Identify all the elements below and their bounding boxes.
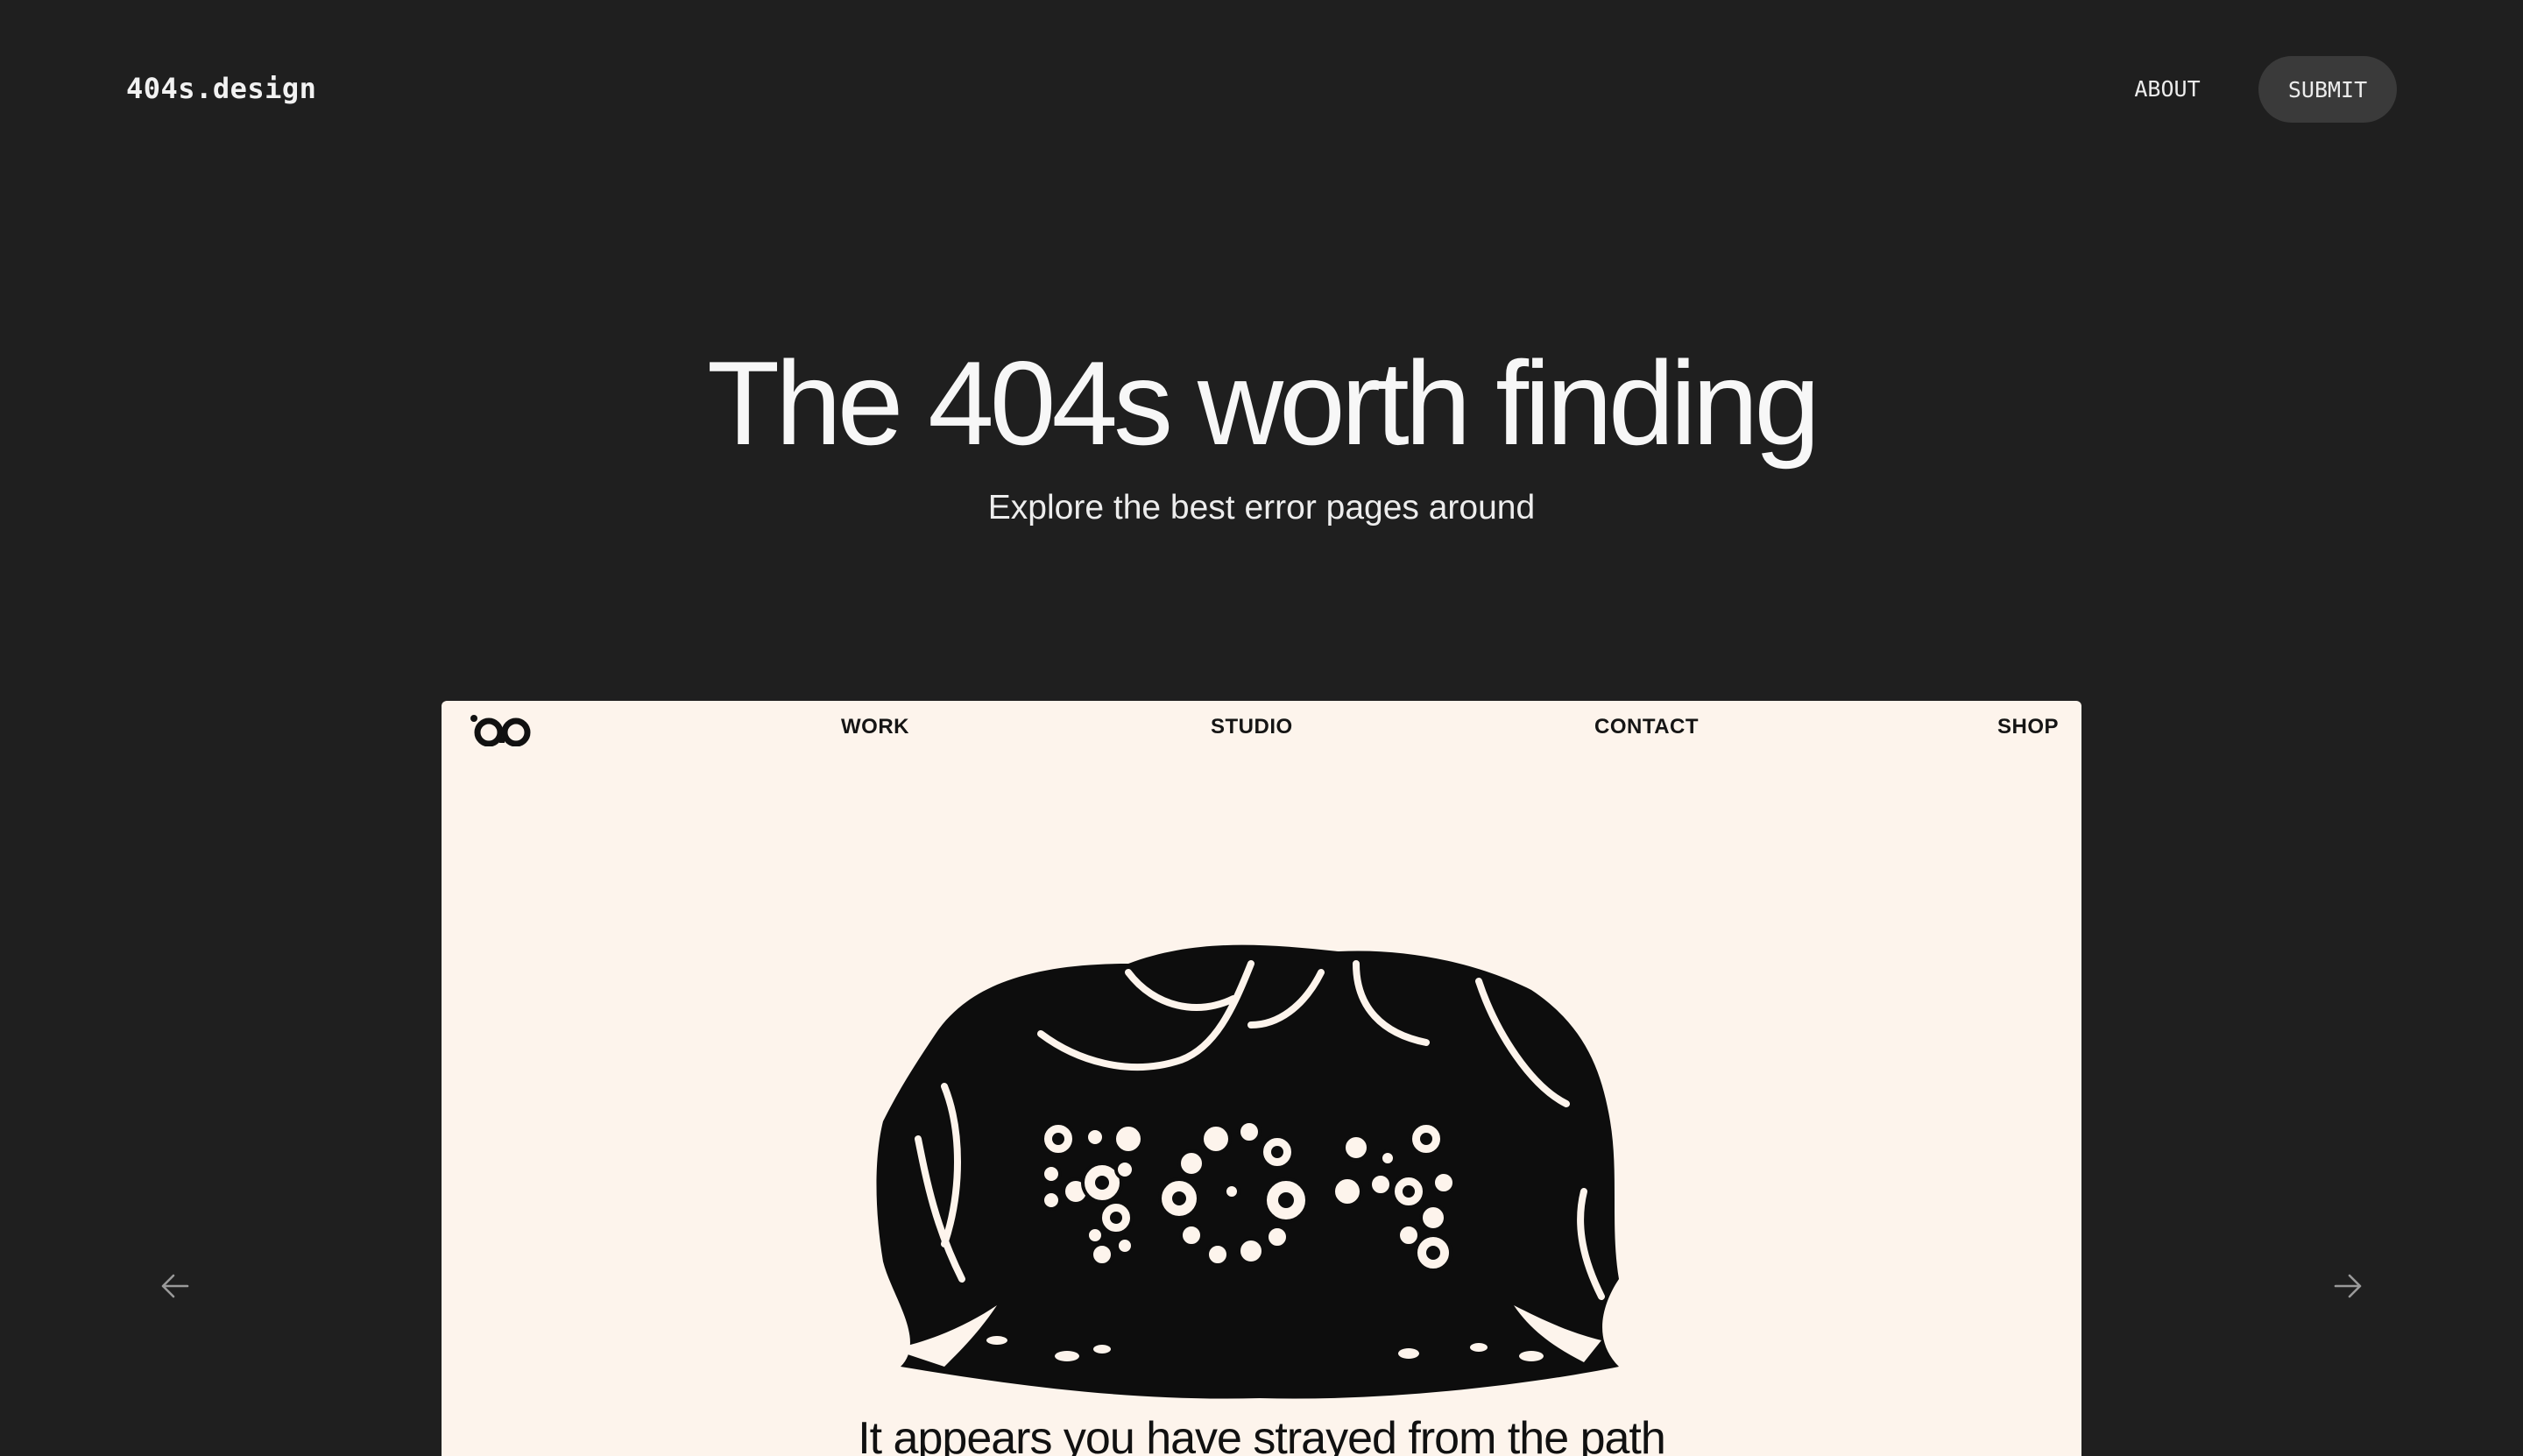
preview-message: It appears you have strayed from the pat… <box>858 1413 1666 1456</box>
arrow-right-icon <box>2334 1274 2362 1298</box>
preview-logo-icon <box>470 715 531 746</box>
carousel-next-button[interactable] <box>2323 1262 2372 1311</box>
site-logo[interactable]: 404s.design <box>126 72 316 105</box>
preview-nav-studio[interactable]: STUDIO <box>1211 715 1293 739</box>
submit-button[interactable]: SUBMIT <box>2258 56 2397 123</box>
error-page-preview[interactable]: WORK STUDIO CONTACT SHOP It appears you … <box>442 701 2081 1456</box>
carousel-prev-button[interactable] <box>151 1262 200 1311</box>
preview-nav-shop[interactable]: SHOP <box>1997 715 2059 739</box>
preview-nav-work[interactable]: WORK <box>841 715 909 739</box>
hero-title: The 404s worth finding <box>707 336 1820 470</box>
arrow-left-icon <box>161 1274 189 1298</box>
hero-subtitle: Explore the best error pages around <box>987 489 1536 527</box>
about-link[interactable]: ABOUT <box>2117 56 2218 121</box>
site-header: 404s.design ABOUT SUBMIT <box>0 0 2523 179</box>
cave-404-illustration <box>876 944 1619 1399</box>
preview-nav-contact[interactable]: CONTACT <box>1594 715 1699 739</box>
